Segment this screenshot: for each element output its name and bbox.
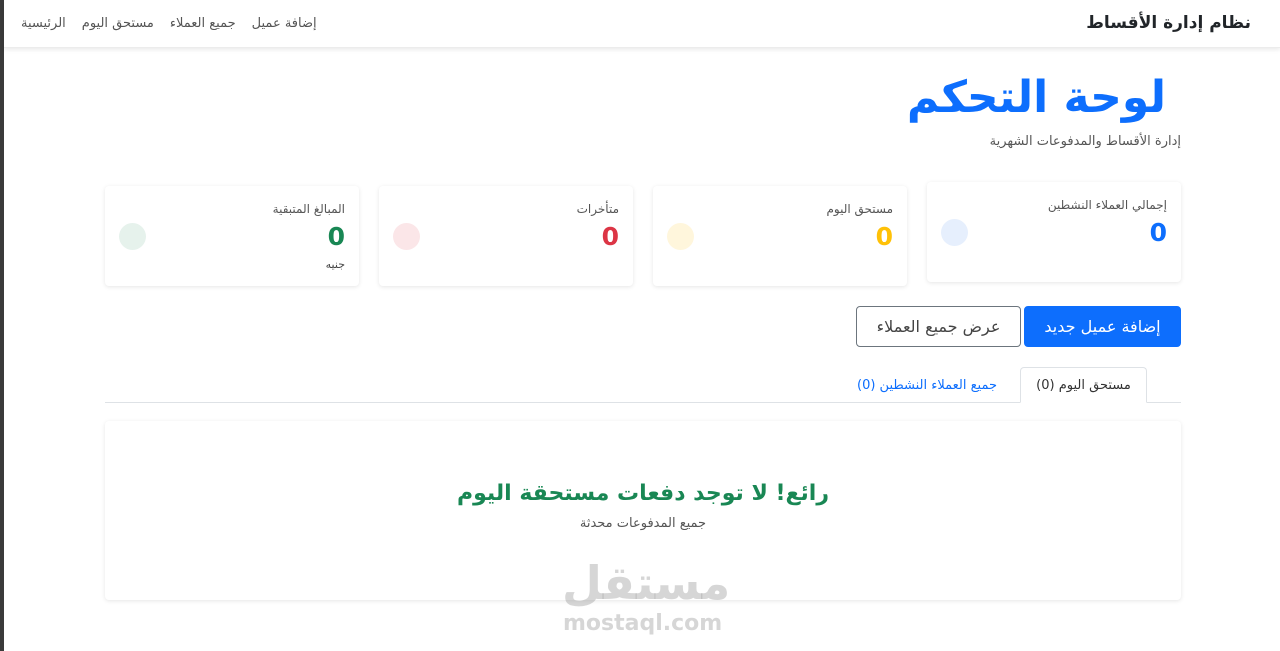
nav-links: الرئيسية مستحق اليوم جميع العملاء إضافة …: [21, 16, 317, 31]
stat-value: 0: [601, 222, 619, 251]
empty-state-title: رائع! لا توجد دفعات مستحقة اليوم: [456, 481, 830, 506]
money-icon: [119, 223, 146, 250]
empty-state-subtitle: جميع المدفوعات محدثة: [579, 516, 707, 531]
tab-due-today[interactable]: مستحق اليوم (0): [1020, 367, 1147, 403]
tab-all-active-clients[interactable]: جميع العملاء النشطين (0): [842, 367, 1012, 403]
stat-value: 0: [875, 222, 893, 251]
warning-icon: [393, 223, 420, 250]
stat-value: 0: [1149, 218, 1167, 247]
stat-card-active-clients: إجمالي العملاء النشطين 0: [927, 182, 1181, 282]
stat-label: إجمالي العملاء النشطين: [1047, 198, 1167, 212]
navbar: نظام إدارة الأقساط الرئيسية مستحق اليوم …: [4, 0, 1280, 48]
users-icon: [941, 219, 968, 246]
stat-card-overdue: متأخرات 0: [379, 186, 633, 286]
view-all-clients-button[interactable]: عرض جميع العملاء: [856, 306, 1021, 347]
add-client-button[interactable]: إضافة عميل جديد: [1024, 306, 1181, 347]
brand-title[interactable]: نظام إدارة الأقساط: [1086, 13, 1251, 33]
stat-unit: جنيه: [325, 258, 345, 271]
page-subtitle: إدارة الأقساط والمدفوعات الشهرية: [989, 134, 1181, 149]
window-edge: [0, 0, 4, 651]
nav-link-home[interactable]: الرئيسية: [21, 16, 66, 31]
nav-link-due-today[interactable]: مستحق اليوم: [82, 16, 154, 31]
stat-label: متأخرات: [576, 202, 619, 216]
nav-link-all-clients[interactable]: جميع العملاء: [170, 16, 236, 31]
stat-card-remaining: المبالغ المتبقية 0 جنيه: [105, 186, 359, 286]
stat-label: مستحق اليوم: [826, 202, 893, 216]
nav-link-add-client[interactable]: إضافة عميل: [252, 16, 317, 31]
page-title: لوحة التحكم: [906, 72, 1166, 123]
calendar-icon: [667, 223, 694, 250]
stat-card-due-today: مستحق اليوم 0: [653, 186, 907, 286]
stat-label: المبالغ المتبقية: [272, 202, 345, 216]
watermark-logo: مستقل: [562, 556, 731, 610]
stat-value: 0: [327, 222, 345, 251]
watermark-url: mostaql.com: [563, 611, 723, 636]
